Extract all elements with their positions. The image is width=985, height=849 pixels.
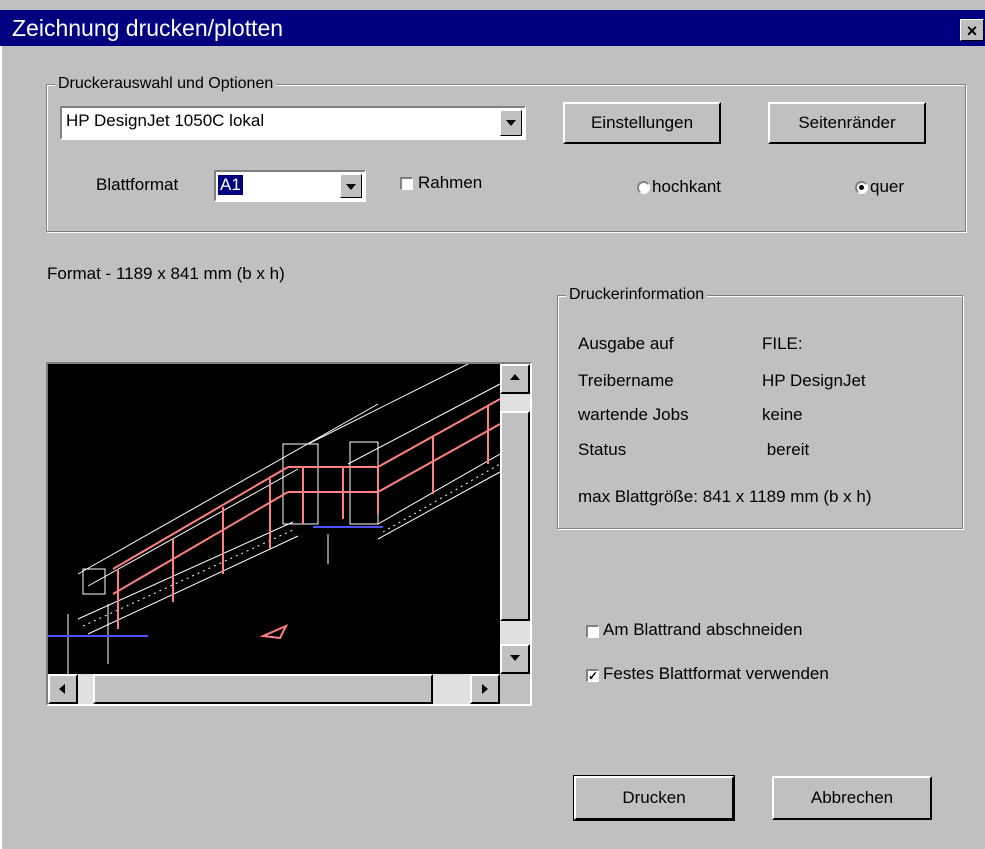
- paper-format-select[interactable]: A1: [214, 170, 366, 202]
- settings-button-label: Einstellungen: [590, 113, 694, 132]
- scroll-down-button[interactable]: [500, 644, 530, 674]
- close-icon: ×: [966, 21, 978, 41]
- portrait-radio[interactable]: [637, 181, 650, 194]
- settings-button[interactable]: Einstellungen: [563, 102, 721, 144]
- cancel-button[interactable]: Abbrechen: [772, 776, 932, 820]
- horizontal-scroll-thumb[interactable]: [93, 674, 433, 704]
- portrait-label: hochkant: [652, 177, 721, 196]
- scroll-up-button[interactable]: [500, 364, 530, 394]
- vertical-scroll-thumb[interactable]: [500, 411, 530, 621]
- info-value-output: FILE:: [762, 334, 803, 353]
- fixed-format-label: Festes Blattformat verwenden: [603, 664, 829, 683]
- info-key-status: Status: [578, 440, 627, 459]
- drawing-preview: [46, 362, 532, 706]
- paper-format-value: A1: [218, 175, 243, 195]
- printer-options-legend: Druckerauswahl und Optionen: [55, 74, 277, 94]
- vertical-scrollbar[interactable]: [500, 364, 530, 674]
- scrollbar-corner: [500, 674, 530, 704]
- info-key-driver: Treibername: [578, 371, 674, 390]
- printer-info-legend: Druckerinformation: [566, 285, 708, 305]
- frame-label: Rahmen: [418, 173, 483, 192]
- scroll-right-button[interactable]: [470, 674, 500, 704]
- info-value-jobs: keine: [762, 405, 803, 424]
- arrow-right-icon: [482, 684, 488, 694]
- close-button[interactable]: ×: [960, 19, 984, 41]
- clip-label: Am Blattrand abschneiden: [603, 620, 803, 639]
- chevron-down-icon[interactable]: [340, 174, 362, 198]
- printer-select[interactable]: HP DesignJet 1050C lokal: [60, 106, 526, 140]
- print-button-label: Drucken: [622, 788, 686, 807]
- margins-button[interactable]: Seitenränder: [768, 102, 926, 144]
- landscape-radio[interactable]: [855, 181, 868, 194]
- chevron-down-icon[interactable]: [500, 110, 522, 136]
- margins-button-label: Seitenränder: [798, 113, 896, 132]
- paper-format-label: Blattformat: [96, 175, 179, 194]
- clip-checkbox[interactable]: [586, 625, 599, 638]
- arrow-left-icon: [59, 684, 65, 694]
- landscape-label: quer: [870, 177, 905, 196]
- scroll-left-button[interactable]: [48, 674, 78, 704]
- info-value-driver: HP DesignJet: [762, 371, 866, 390]
- horizontal-scrollbar[interactable]: [48, 674, 500, 704]
- preview-canvas[interactable]: [48, 364, 500, 674]
- frame-checkbox[interactable]: [400, 177, 413, 190]
- info-max-size: max Blattgröße: 841 x 1189 mm (b x h): [578, 487, 872, 506]
- print-button[interactable]: Drucken: [573, 775, 735, 821]
- info-key-output: Ausgabe auf: [578, 334, 674, 353]
- drawing-thumbnail: [48, 364, 500, 674]
- window-frame: [0, 46, 2, 849]
- info-value-status: bereit: [762, 440, 810, 459]
- title-bar: Zeichnung drucken/plotten ×: [0, 10, 985, 46]
- checkmark-icon: ✓: [588, 669, 599, 683]
- info-key-jobs: wartende Jobs: [578, 405, 689, 424]
- window-title: Zeichnung drucken/plotten: [12, 15, 284, 41]
- cancel-button-label: Abbrechen: [810, 788, 894, 807]
- fixed-format-checkbox[interactable]: ✓: [586, 669, 599, 682]
- arrow-down-icon: [510, 655, 520, 661]
- printer-select-value: HP DesignJet 1050C lokal: [66, 111, 265, 130]
- arrow-up-icon: [510, 374, 520, 380]
- format-info: Format - 1189 x 841 mm (b x h): [47, 264, 285, 283]
